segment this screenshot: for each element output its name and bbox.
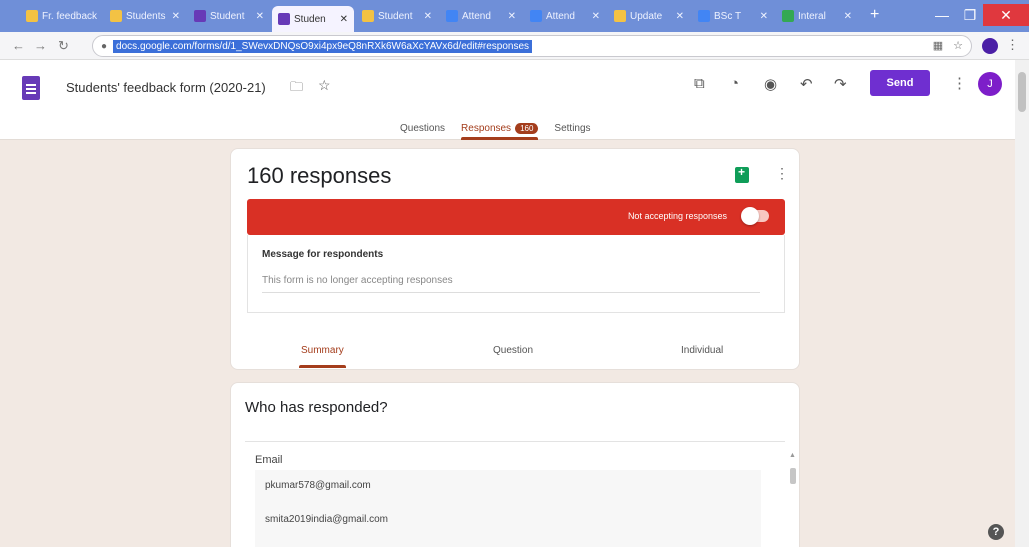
bookmark-star-icon[interactable]: ☆ [953,39,963,52]
tab-favicon [26,10,38,22]
message-input[interactable]: This form is no longer accepting respons… [262,275,760,293]
reload-icon[interactable]: ↻ [58,38,69,54]
scrollbar-thumb[interactable] [1018,72,1026,112]
addon-icon[interactable]: ⧉ [694,75,705,92]
tab-settings[interactable]: Settings [554,118,590,138]
more-options-icon[interactable]: ⋮ [952,74,967,92]
close-icon[interactable]: ✕ [508,11,516,22]
url-text[interactable]: docs.google.com/forms/d/1_SWevxDNQsO9xi4… [113,39,533,53]
responses-count: 160 responses [247,163,392,188]
url-input[interactable]: ● docs.google.com/forms/d/1_SWevxDNQsO9x… [92,35,972,57]
maximize-button[interactable]: ❐ [956,4,984,26]
forward-icon[interactable]: → [34,38,47,53]
help-icon[interactable]: ? [988,524,1004,540]
scrollbar-thumb[interactable] [790,468,796,484]
email-label: Email [255,454,283,466]
tab-questions[interactable]: Questions [400,118,445,138]
message-label: Message for respondents [262,249,384,260]
browser-tab-strip: Fr. feedback✕ Students✕ Student✕ Studen✕… [0,0,1029,32]
close-icon[interactable]: ✕ [256,11,264,22]
browser-tab[interactable]: Student ✕ [356,4,438,28]
minimize-button[interactable]: — [928,4,956,26]
list-item: smita2019india@gmail.com [265,514,388,525]
message-for-respondents: Message for respondents This form is no … [247,235,785,313]
redo-icon[interactable]: ↷ [834,75,847,93]
form-title[interactable]: Students' feedback form (2020-21) [66,80,266,95]
browser-tab[interactable]: Students ✕ [104,4,186,28]
browser-menu-icon[interactable]: ⋮ [1006,37,1019,53]
scroll-up-icon[interactable]: ▲ [789,452,796,459]
tab-favicon [446,10,458,22]
who-responded-title: Who has responded? [245,399,388,416]
star-icon[interactable]: ☆ [318,77,331,94]
tab-question[interactable]: Question [493,345,533,356]
forms-header: Students' feedback form (2020-21) 🗀 ☆ ⧉ … [0,60,1015,140]
close-icon[interactable]: ✕ [424,11,432,22]
browser-tab[interactable]: Interal ✕ [776,4,858,28]
close-icon[interactable]: ✕ [760,11,768,22]
close-icon[interactable]: ✕ [101,11,102,22]
lock-icon: ● [101,40,108,52]
browser-tab[interactable]: Attend ✕ [440,4,522,28]
tab-summary[interactable]: Summary [299,345,346,368]
tab-favicon [530,10,542,22]
close-window-button[interactable]: ✕ [983,4,1029,26]
profile-icon[interactable] [982,38,998,54]
tab-favicon [614,10,626,22]
form-tabs: Questions Responses 160 Settings [400,118,591,140]
close-icon[interactable]: ✕ [340,14,348,25]
close-icon[interactable]: ✕ [172,11,180,22]
tab-favicon [698,10,710,22]
browser-tab[interactable]: Attend ✕ [524,4,606,28]
tab-favicon [194,10,206,22]
undo-icon[interactable]: ↶ [800,75,813,93]
browser-tab[interactable]: Update ✕ [608,4,690,28]
accepting-responses-label: Not accepting responses [627,211,727,221]
browser-tab[interactable]: Student ✕ [188,4,270,28]
more-options-icon[interactable]: ⋮ [775,165,789,182]
accepting-responses-bar: Not accepting responses [247,199,785,235]
email-list: pkumar578@gmail.com smita2019india@gmail… [255,470,761,547]
accepting-responses-toggle[interactable] [741,207,769,225]
close-icon[interactable]: ✕ [592,11,600,22]
new-tab-button[interactable]: + [870,6,879,24]
avatar[interactable]: J [978,72,1002,96]
tab-favicon [782,10,794,22]
send-button[interactable]: Send [870,70,930,96]
extensions-icon[interactable]: ▦ [933,39,943,52]
sheets-icon[interactable] [735,165,749,183]
email-panel: Email pkumar578@gmail.com smita2019india… [245,441,796,547]
tab-individual[interactable]: Individual [681,345,723,356]
email-list-scrollbar[interactable]: ▲ [789,452,797,484]
responses-count-badge: 160 [515,122,539,134]
browser-tab[interactable]: Fr. feedback✕ [20,4,102,28]
address-bar: ← → ↻ ● docs.google.com/forms/d/1_SWevxD… [0,32,1029,60]
page-scrollbar[interactable] [1015,60,1029,547]
who-responded-card: Who has responded? Email pkumar578@gmail… [230,382,800,547]
responses-card: 160 responses ⋮ Not accepting responses … [230,148,800,370]
close-icon[interactable]: ✕ [676,11,684,22]
forms-logo-icon[interactable] [22,76,40,100]
tab-favicon [110,10,122,22]
toggle-knob [741,207,759,225]
close-icon[interactable]: ✕ [844,11,852,22]
palette-icon[interactable]: ◔ [730,75,739,92]
tab-favicon [278,13,290,25]
tab-responses[interactable]: Responses 160 [461,118,539,140]
browser-tab-active[interactable]: Studen ✕ [272,6,354,32]
preview-eye-icon[interactable]: ◉ [764,75,777,93]
tab-favicon [362,10,374,22]
folder-icon[interactable]: 🗀 [290,78,303,100]
back-icon[interactable]: ← [12,38,25,53]
browser-tab[interactable]: BSc T ✕ [692,4,774,28]
response-view-tabs: Summary Question Individual [231,345,799,371]
list-item: pkumar578@gmail.com [265,480,371,491]
